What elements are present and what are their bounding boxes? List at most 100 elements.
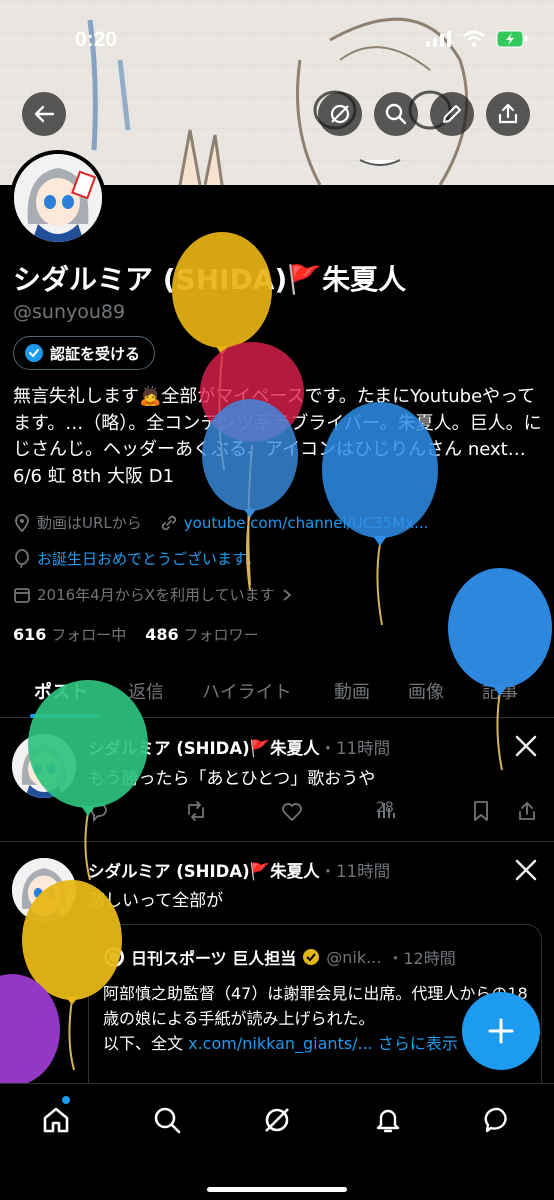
post-author[interactable]: シダルミア (SHIDA)🚩朱夏人	[88, 739, 320, 758]
post-actions: 28	[88, 800, 538, 824]
followers-count: 486	[145, 625, 179, 644]
heart-icon	[282, 803, 302, 821]
compose-button[interactable]	[462, 992, 540, 1070]
grok-icon	[265, 1108, 289, 1132]
profile-website-link[interactable]: youtube.com/channel/UC35Mx...	[184, 514, 429, 532]
share-post-button[interactable]	[516, 800, 538, 822]
repost-button[interactable]	[184, 800, 208, 822]
verified-badge-icon	[303, 949, 320, 965]
signal-icon	[426, 31, 451, 47]
post-time: ・11時間	[319, 739, 391, 758]
profile-avatar[interactable]	[10, 150, 106, 246]
quoted-text-prefix: 以下、全文	[103, 1034, 184, 1053]
search-button[interactable]	[374, 92, 418, 136]
profile-birthday: お誕生日おめでとうございます。	[37, 550, 261, 568]
arrow-left-icon	[34, 105, 55, 123]
grok-x-icon[interactable]	[514, 734, 538, 758]
profile-birthday-row: お誕生日おめでとうございます。	[13, 548, 261, 569]
profile-location: 動画はURLから	[37, 514, 142, 532]
following-count: 616	[13, 625, 47, 644]
reply-button[interactable]	[88, 800, 110, 822]
tab-posts[interactable]: ポスト	[34, 678, 88, 704]
show-more-link[interactable]: さらに表示	[378, 1034, 458, 1053]
avatar-illustration	[12, 734, 76, 798]
post-avatar[interactable]	[12, 858, 76, 922]
avatar-illustration	[12, 858, 76, 922]
link-icon	[161, 515, 176, 530]
profile-location-row: 動画はURLから youtube.com/channel/UC35Mx...	[13, 512, 428, 533]
grok-button[interactable]	[318, 92, 362, 136]
message-bubble-icon	[484, 1107, 507, 1133]
post-header: シダルミア (SHIDA)🚩朱夏人・11時間	[88, 858, 390, 882]
grok-x-icon[interactable]	[514, 858, 538, 882]
profile-handle: @sunyou89	[13, 301, 126, 323]
calendar-icon	[14, 587, 30, 603]
bookmark-icon	[474, 801, 488, 821]
nav-home[interactable]	[36, 1100, 76, 1140]
post-avatar[interactable]	[12, 734, 76, 798]
quoted-avatar	[104, 947, 124, 967]
home-indicator	[207, 1187, 347, 1192]
tab-images[interactable]: 画像	[408, 678, 444, 704]
nav-messages[interactable]	[478, 1100, 518, 1140]
tab-articles[interactable]: 記事	[482, 678, 518, 704]
quoted-post-header: 日刊スポーツ 巨人担当 @nik... ・12時間	[103, 945, 456, 969]
bell-icon	[376, 1109, 400, 1133]
nav-notifications[interactable]	[368, 1100, 408, 1140]
nav-search[interactable]	[147, 1100, 187, 1140]
tab-highlights[interactable]: ハイライト	[202, 678, 292, 704]
home-icon	[43, 1107, 69, 1133]
reply-icon	[91, 803, 107, 822]
avatar-illustration	[14, 154, 102, 242]
profile-joined-row[interactable]: 2016年4月からXを利用しています	[13, 584, 293, 605]
post-item[interactable]: シダルミア (SHIDA)🚩朱夏人・11時間 もう勝ったら「あとひとつ」歌おうや…	[0, 718, 554, 842]
balloon-icon	[15, 548, 29, 568]
following-link[interactable]: 616 フォロー中	[13, 625, 127, 644]
grok-icon	[330, 104, 350, 124]
followers-label: フォロワー	[183, 626, 259, 644]
status-time: 0:20	[75, 28, 118, 51]
quoted-handle: @nik...	[326, 947, 382, 967]
followers-link[interactable]: 486 フォロワー	[145, 625, 259, 644]
search-icon	[154, 1107, 181, 1134]
nav-grok[interactable]	[257, 1100, 297, 1140]
chevron-right-icon	[282, 588, 291, 601]
verified-badge-icon	[25, 344, 43, 362]
views-button[interactable]: 28	[376, 800, 396, 820]
edit-button[interactable]	[430, 92, 474, 136]
pencil-icon	[443, 105, 461, 123]
repost-icon	[188, 801, 204, 821]
status-bar: 0:20	[0, 20, 554, 64]
battery-charging-icon	[496, 30, 527, 48]
quoted-link[interactable]: x.com/nikkan_giants/...	[188, 1034, 373, 1053]
share-icon	[519, 802, 535, 820]
post-text: 悲しいって全部が	[88, 891, 224, 911]
profile-display-name: シダルミア (SHIDA)🚩朱夏人	[13, 263, 407, 296]
location-pin-icon	[15, 513, 29, 532]
notification-dot	[62, 1096, 70, 1104]
share-button[interactable]	[486, 92, 530, 136]
bottom-navigation	[0, 1083, 554, 1200]
following-label: フォロー中	[51, 626, 127, 644]
profile-tabs: ポスト 返信 ハイライト 動画 画像 記事	[0, 664, 554, 718]
share-icon	[498, 103, 518, 124]
profile-joined: 2016年4月からXを利用しています	[37, 586, 275, 604]
get-verified-button[interactable]: 認証を受ける	[13, 336, 156, 370]
search-icon	[385, 103, 407, 125]
post-time: ・11時間	[319, 862, 391, 881]
status-icons	[426, 30, 528, 48]
get-verified-label: 認証を受ける	[50, 344, 141, 363]
plus-icon	[488, 1018, 514, 1044]
tab-replies[interactable]: 返信	[128, 678, 164, 704]
post-header: シダルミア (SHIDA)🚩朱夏人・11時間	[88, 735, 390, 759]
like-button[interactable]	[280, 800, 304, 822]
bookmark-button[interactable]	[472, 800, 490, 822]
views-count: 28	[376, 800, 394, 816]
quoted-time: ・12時間	[387, 949, 456, 968]
tab-videos[interactable]: 動画	[334, 678, 370, 704]
post-author[interactable]: シダルミア (SHIDA)🚩朱夏人	[88, 862, 320, 881]
post-text: もう勝ったら「あとひとつ」歌おうや	[88, 769, 376, 789]
follow-stats: 616 フォロー中 486 フォロワー	[13, 624, 258, 645]
wifi-icon	[463, 30, 485, 47]
back-button[interactable]	[22, 92, 66, 136]
